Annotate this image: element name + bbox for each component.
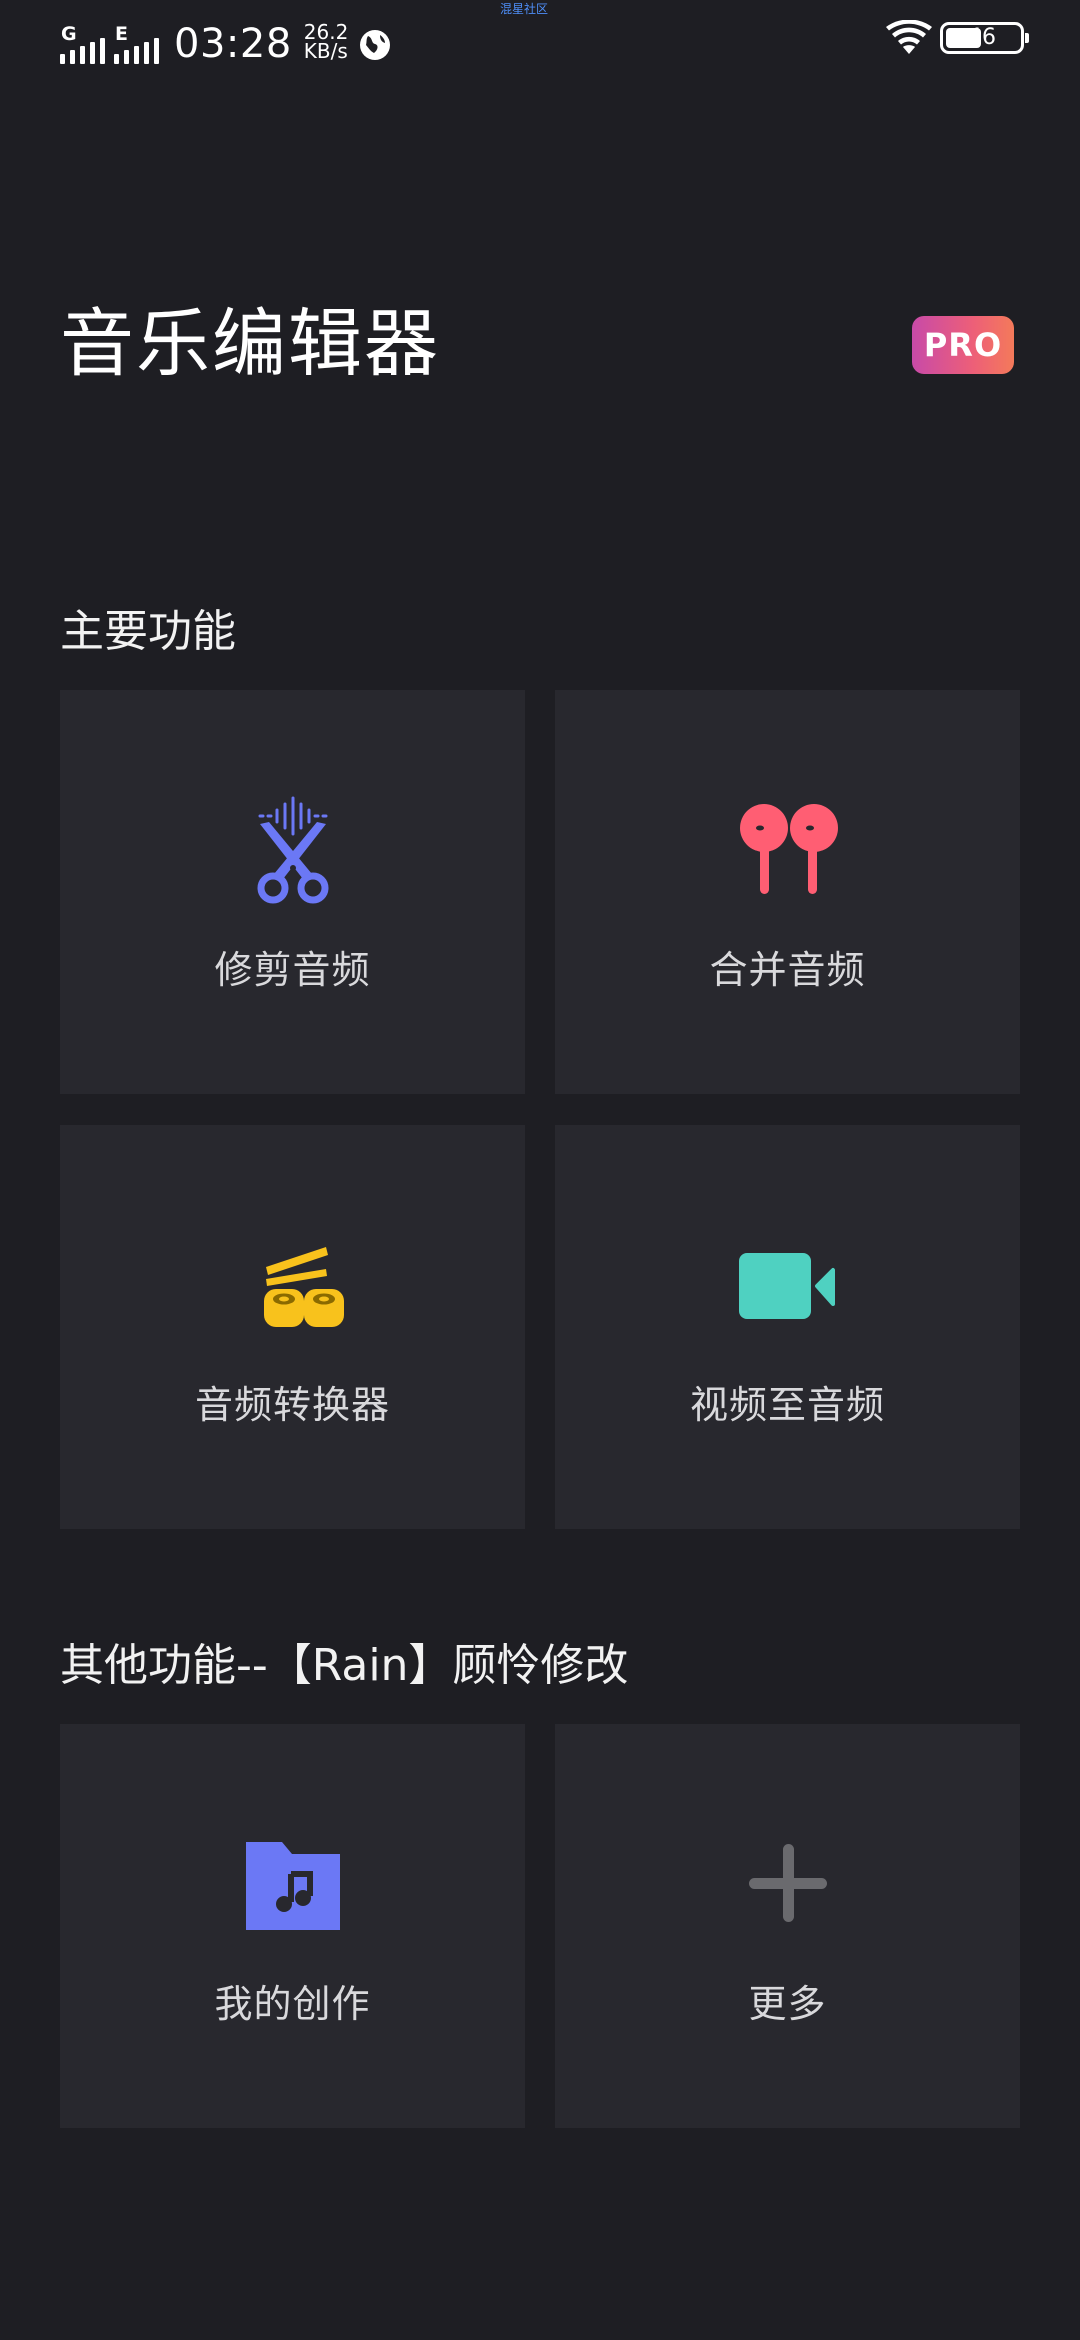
my-creations-card[interactable]: 我的创作 [60, 1724, 525, 2128]
speed-unit: KB/s [303, 39, 348, 63]
pro-button[interactable]: PRO [912, 316, 1014, 374]
my-creations-label: 我的创作 [214, 1982, 371, 2026]
trim-audio-card[interactable]: 修剪音频 [60, 690, 525, 1094]
other-features-title: 其他功能--【Rain】顾怜修改 [60, 1640, 629, 1691]
converter-icon [263, 1247, 344, 1327]
network-type-1: G [61, 23, 77, 45]
network-type-2: E [115, 23, 128, 45]
more-card[interactable]: 更多 [555, 1724, 1020, 2128]
main-features-title: 主要功能 [60, 606, 236, 657]
video-to-audio-card[interactable]: 视频至音频 [555, 1125, 1020, 1529]
earbuds-icon [739, 804, 838, 894]
signal-icon-1: G [60, 23, 112, 66]
globe-icon [360, 30, 391, 60]
trim-audio-label: 修剪音频 [214, 948, 371, 992]
battery-level: 46 [968, 25, 996, 50]
app-screen: 混星社区 G E 03:28 26.2 KB/s 46 音乐编辑器 PRO 主要… [0, 0, 1080, 2340]
signal-icon-2: E [114, 23, 166, 66]
battery-icon: 46 [940, 22, 1029, 54]
plus-icon [748, 1844, 827, 1922]
app-title: 音乐编辑器 [60, 301, 440, 387]
clock: 03:28 [174, 21, 292, 67]
more-label: 更多 [748, 1982, 827, 2026]
audio-converter-label: 音频转换器 [194, 1383, 390, 1427]
video-to-audio-label: 视频至音频 [689, 1383, 885, 1427]
merge-audio-label: 合并音频 [709, 948, 866, 992]
music-folder-icon [245, 1842, 340, 1930]
merge-audio-card[interactable]: 合并音频 [555, 690, 1020, 1094]
audio-converter-card[interactable]: 音频转换器 [60, 1125, 525, 1529]
carrier-text: 混星社区 [500, 2, 549, 16]
status-bar: 混星社区 G E 03:28 26.2 KB/s 46 [0, 0, 1080, 84]
wifi-icon [886, 20, 932, 54]
scissors-icon [257, 796, 328, 904]
video-camera-icon [738, 1253, 835, 1319]
network-speed: 26.2 KB/s [303, 22, 349, 63]
